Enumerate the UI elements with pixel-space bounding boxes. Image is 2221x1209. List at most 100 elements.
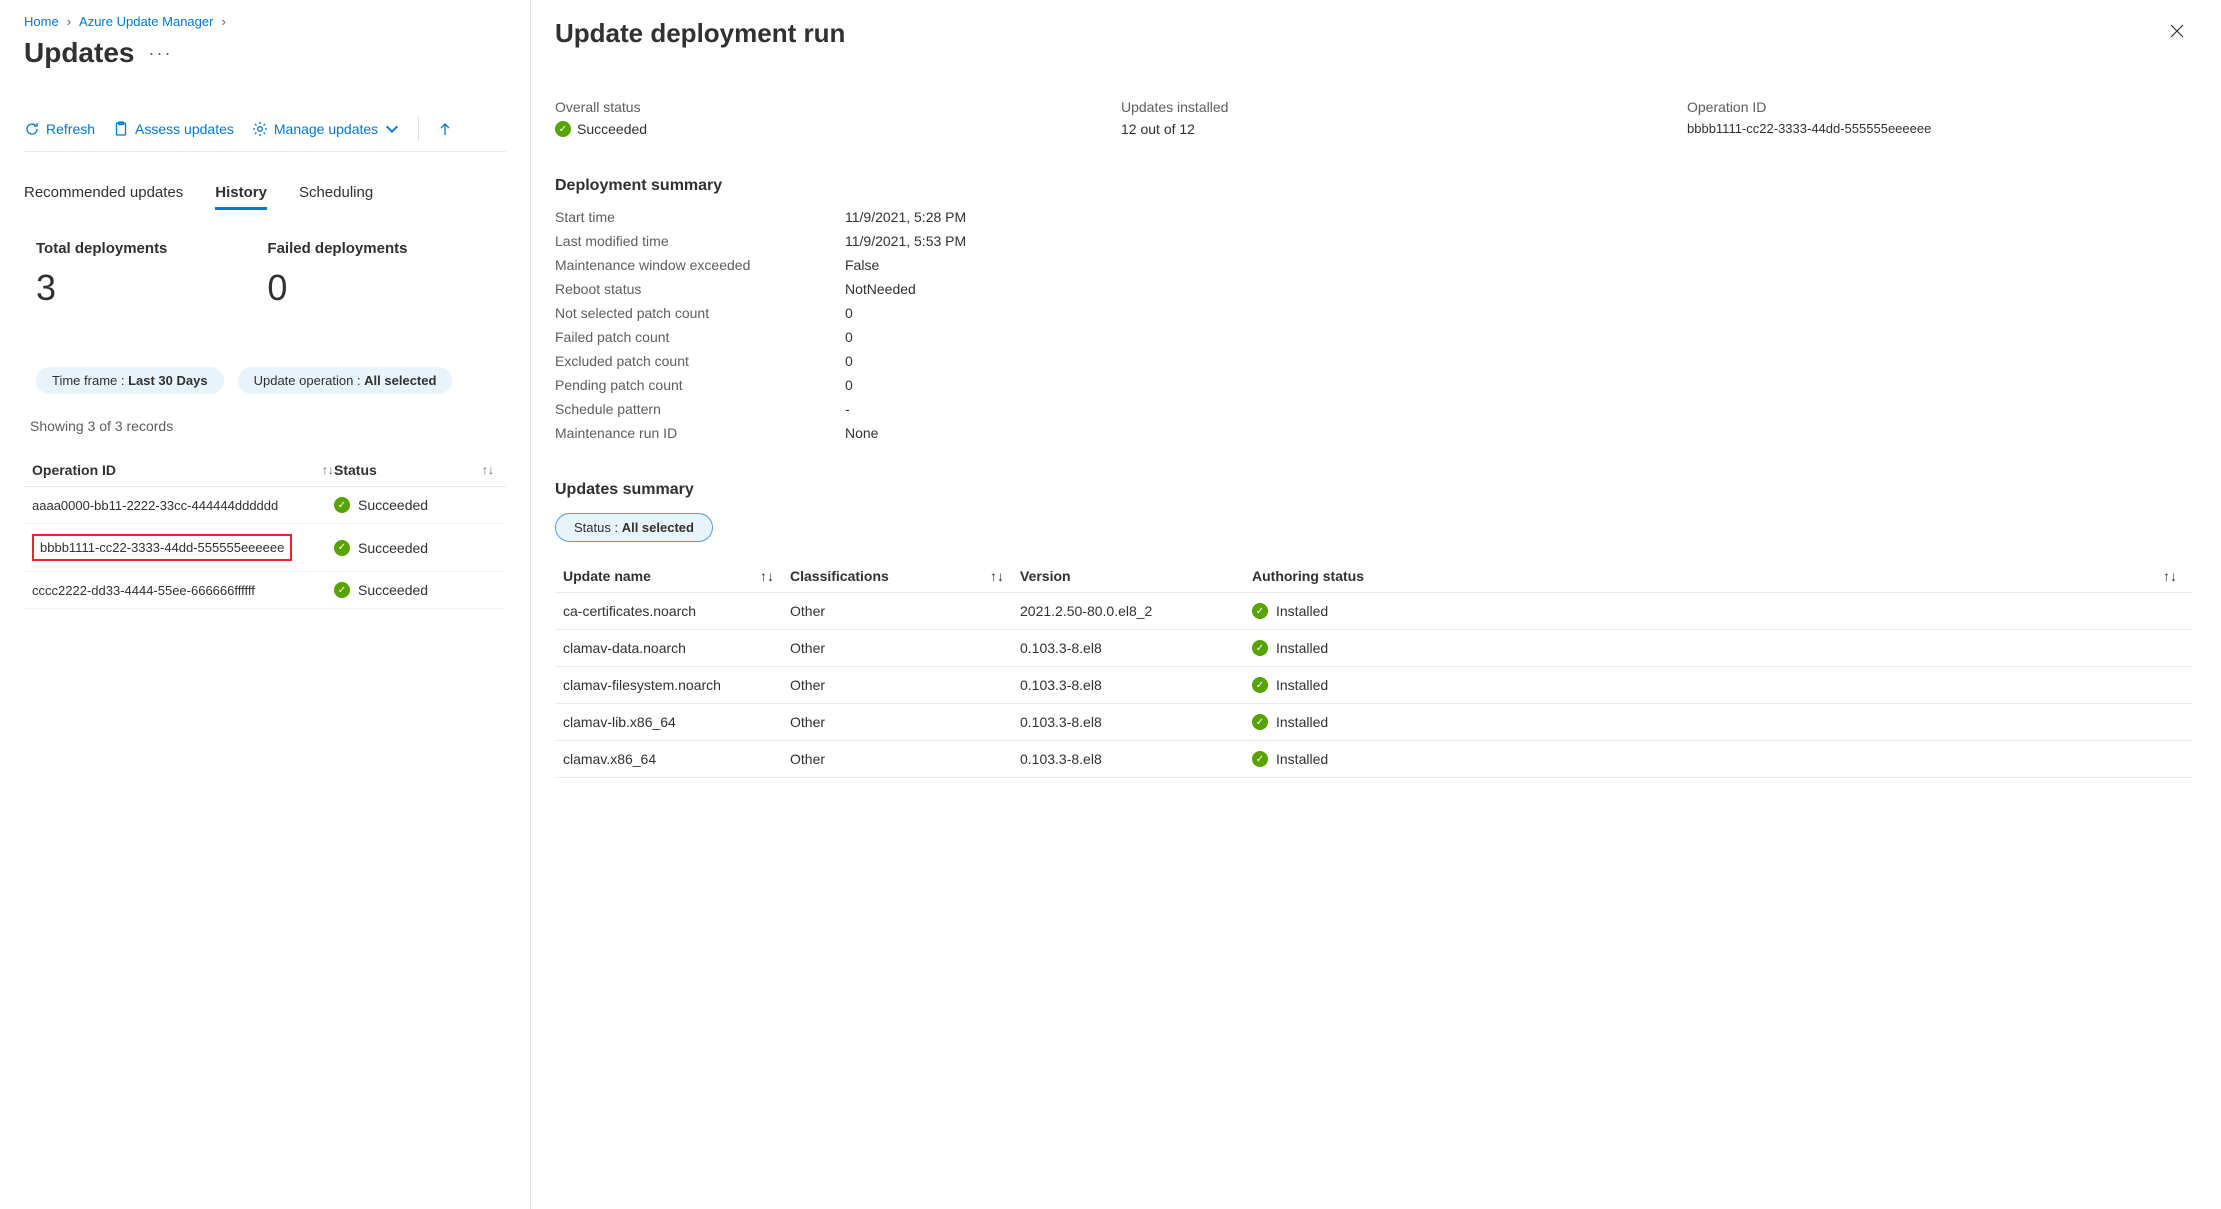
toolbar: Refresh Assess updates Manage updates: [24, 117, 506, 152]
table-row[interactable]: clamav-filesystem.noarchOther0.103.3-8.e…: [555, 667, 2193, 704]
summary-value: 0: [845, 305, 2193, 321]
deployment-run-flyout: Update deployment run Overall status Suc…: [530, 0, 2221, 1209]
status-cell: Succeeded: [334, 497, 494, 513]
tabs: Recommended updates History Scheduling: [24, 184, 506, 210]
column-version[interactable]: Version: [1020, 568, 1252, 584]
version-cell: 0.103.3-8.el8: [1020, 714, 1252, 730]
assess-label: Assess updates: [135, 121, 234, 137]
summary-value: 0: [845, 353, 2193, 369]
table-row[interactable]: cccc2222-dd33-4444-55ee-666666ffffffSucc…: [24, 572, 506, 609]
breadcrumb-sep: ›: [67, 14, 71, 29]
summary-key: Excluded patch count: [555, 353, 845, 369]
updates-installed-value: 12 out of 12: [1121, 121, 1627, 137]
tab-recommended[interactable]: Recommended updates: [24, 184, 183, 210]
success-icon: [1252, 751, 1268, 767]
column-label: Operation ID: [32, 462, 116, 478]
summary-key: Maintenance run ID: [555, 425, 845, 441]
table-row[interactable]: clamav.x86_64Other0.103.3-8.el8Installed: [555, 741, 2193, 778]
authoring-status-cell: Installed: [1252, 677, 2193, 693]
toolbar-divider: [418, 117, 419, 141]
filter-op-value: All selected: [364, 373, 436, 388]
assess-updates-button[interactable]: Assess updates: [113, 121, 234, 137]
deployment-summary: Start time11/9/2021, 5:28 PMLast modifie…: [555, 209, 2193, 441]
column-status[interactable]: Status ↑↓: [334, 462, 494, 478]
breadcrumb-service[interactable]: Azure Update Manager: [79, 14, 213, 29]
kpi-row: Total deployments 3 Failed deployments 0: [24, 240, 506, 309]
update-name-cell: clamav-lib.x86_64: [555, 714, 790, 730]
column-operation-id[interactable]: Operation ID ↑↓: [24, 462, 334, 478]
summary-key: Failed patch count: [555, 329, 845, 345]
table-row[interactable]: bbbb1111-cc22-3333-44dd-555555eeeeee Succ…: [24, 524, 506, 572]
operation-id: Operation ID bbbb1111-cc22-3333-44dd-555…: [1687, 99, 2193, 137]
table-row[interactable]: clamav-data.noarchOther0.103.3-8.el8Inst…: [555, 630, 2193, 667]
update-name-cell: ca-certificates.noarch: [555, 603, 790, 619]
summary-key: Reboot status: [555, 281, 845, 297]
operation-id-cell: bbbb1111-cc22-3333-44dd-555555eeeeee: [32, 534, 292, 561]
success-icon: [334, 582, 350, 598]
classification-cell: Other: [790, 714, 1020, 730]
column-update-name[interactable]: Update name↑↓: [555, 568, 790, 584]
summary-value: 11/9/2021, 5:53 PM: [845, 233, 2193, 249]
filter-update-operation[interactable]: Update operation : All selected: [238, 367, 453, 394]
column-classifications[interactable]: Classifications↑↓: [790, 568, 1020, 584]
table-row[interactable]: aaaa0000-bb11-2222-33cc-444444ddddddSucc…: [24, 487, 506, 524]
operation-id-label: Operation ID: [1687, 99, 2193, 115]
success-icon: [1252, 640, 1268, 656]
filter-timeframe-label: Time frame :: [52, 373, 128, 388]
deployment-summary-title: Deployment summary: [555, 177, 2193, 195]
column-label: Authoring status: [1252, 568, 1364, 584]
summary-value: 0: [845, 377, 2193, 393]
status-text: Installed: [1276, 714, 1328, 730]
summary-value: NotNeeded: [845, 281, 2193, 297]
kpi-failed: Failed deployments 0: [267, 240, 407, 309]
column-label: Update name: [563, 568, 651, 584]
column-label: Version: [1020, 568, 1071, 584]
classification-cell: Other: [790, 603, 1020, 619]
kpi-total: Total deployments 3: [36, 240, 167, 309]
sort-icon: ↑↓: [482, 463, 494, 477]
summary-key: Last modified time: [555, 233, 845, 249]
updates-page: Home › Azure Update Manager › Updates ··…: [0, 0, 530, 1209]
update-name-cell: clamav-filesystem.noarch: [555, 677, 790, 693]
updates-installed: Updates installed 12 out of 12: [1121, 99, 1627, 137]
operation-id-cell: cccc2222-dd33-4444-55ee-666666ffffff: [32, 583, 255, 598]
status-text: Succeeded: [358, 540, 428, 556]
column-label: Status: [334, 462, 377, 478]
manage-updates-button[interactable]: Manage updates: [252, 121, 400, 137]
success-icon: [1252, 603, 1268, 619]
status-text: Succeeded: [358, 497, 428, 513]
refresh-button[interactable]: Refresh: [24, 121, 95, 137]
breadcrumb: Home › Azure Update Manager ›: [24, 14, 506, 29]
success-icon: [1252, 677, 1268, 693]
manage-label: Manage updates: [274, 121, 378, 137]
summary-key: Start time: [555, 209, 845, 225]
classification-cell: Other: [790, 751, 1020, 767]
summary-value: None: [845, 425, 2193, 441]
close-button[interactable]: [2161, 18, 2193, 49]
clipboard-icon: [113, 121, 129, 137]
column-authoring-status[interactable]: Authoring status ↑↓: [1252, 568, 2193, 584]
success-icon: [555, 121, 571, 137]
table-row[interactable]: ca-certificates.noarchOther2021.2.50-80.…: [555, 593, 2193, 630]
table-row[interactable]: clamav-lib.x86_64Other0.103.3-8.el8 Insta…: [555, 704, 2193, 741]
upload-button[interactable]: [437, 121, 453, 137]
updates-summary-title: Updates summary: [555, 481, 2193, 499]
version-cell: 0.103.3-8.el8: [1020, 640, 1252, 656]
more-actions-icon[interactable]: ···: [148, 43, 172, 64]
page-title: Updates: [24, 37, 134, 69]
status-filter[interactable]: Status : All selected: [555, 513, 713, 542]
filter-op-label: Update operation :: [254, 373, 365, 388]
operation-id-value: bbbb1111-cc22-3333-44dd-555555eeeeee: [1687, 121, 2193, 136]
filter-timeframe[interactable]: Time frame : Last 30 Days: [36, 367, 224, 394]
success-icon: [1252, 714, 1268, 730]
chevron-down-icon: [384, 121, 400, 137]
sort-icon: ↑↓: [990, 568, 1004, 584]
sort-icon: ↑↓: [2163, 568, 2177, 584]
version-cell: 0.103.3-8.el8: [1020, 751, 1252, 767]
breadcrumb-home[interactable]: Home: [24, 14, 59, 29]
tab-scheduling[interactable]: Scheduling: [299, 184, 373, 210]
update-name-cell: clamav.x86_64: [555, 751, 790, 767]
close-icon: [2169, 23, 2185, 39]
tab-history[interactable]: History: [215, 184, 267, 210]
status-filter-value: All selected: [622, 520, 694, 535]
